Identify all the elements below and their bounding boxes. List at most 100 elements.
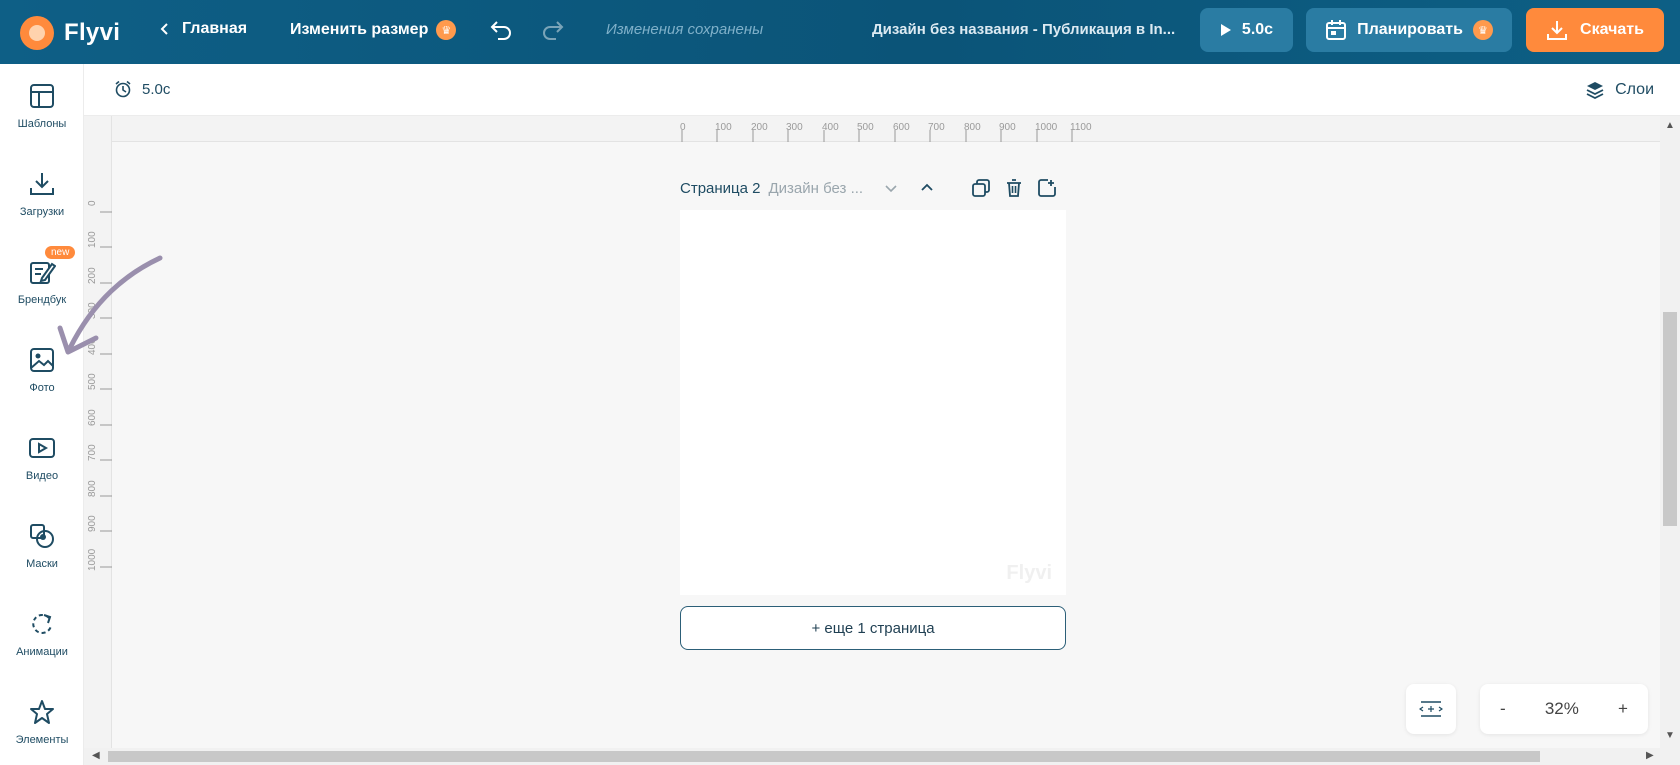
ruler-tick: 400 xyxy=(822,122,839,133)
star-icon xyxy=(30,700,54,724)
ruler-tick: 0 xyxy=(680,122,686,133)
chevron-down-icon[interactable] xyxy=(880,177,902,199)
logo-icon xyxy=(20,16,54,50)
download-label: Скачать xyxy=(1580,21,1644,38)
ruler-tick: 0 xyxy=(87,200,98,206)
sidebar-item-label: Маски xyxy=(26,558,58,570)
annotation-arrow-icon xyxy=(57,255,163,355)
saved-status: Изменения сохранены xyxy=(606,21,764,38)
plan-label: Планировать xyxy=(1357,21,1463,38)
layers-button[interactable]: Слои xyxy=(1585,80,1654,100)
scroll-left-icon[interactable]: ◀ xyxy=(92,750,100,761)
ruler-tick: 1100 xyxy=(1070,122,1092,133)
home-link[interactable]: Главная xyxy=(160,20,247,38)
ruler-tick: 200 xyxy=(751,122,768,133)
sidebar-item-label: Шаблоны xyxy=(17,118,67,130)
sidebar-item-label: Видео xyxy=(25,470,59,482)
vertical-scrollbar[interactable]: ▲ ▼ xyxy=(1660,116,1680,748)
design-canvas[interactable]: Flyvi xyxy=(680,210,1066,595)
ruler-tick: 500 xyxy=(857,122,874,133)
duration-control[interactable]: 5.0с xyxy=(114,80,170,98)
layers-label: Слои xyxy=(1615,81,1654,98)
ruler-tick: 900 xyxy=(87,515,98,532)
play-button[interactable]: 5.0с xyxy=(1200,8,1293,52)
zoom-out-button[interactable]: - xyxy=(1500,699,1506,719)
ruler-tick: 1000 xyxy=(87,548,98,571)
sidebar-item-video[interactable]: Видео xyxy=(0,434,84,504)
redo-icon[interactable] xyxy=(540,16,566,42)
trash-icon[interactable] xyxy=(1003,177,1025,199)
logo-text: Flyvi xyxy=(64,19,121,46)
ruler-tick: 600 xyxy=(893,122,910,133)
ruler-left: 0 100 200 300 400 500 600 700 800 900 10… xyxy=(84,116,112,748)
ruler-tick: 100 xyxy=(715,122,732,133)
play-duration: 5.0с xyxy=(1241,21,1274,38)
masks-icon xyxy=(30,524,54,548)
fit-screen-icon xyxy=(1419,701,1443,717)
sidebar-item-uploads[interactable]: Загрузки xyxy=(0,170,84,240)
ruler-tick: 800 xyxy=(964,122,981,133)
scroll-down-icon[interactable]: ▼ xyxy=(1665,730,1675,741)
page-name: Страница 2 xyxy=(680,179,761,197)
ruler-top-ticks xyxy=(681,130,1073,142)
download-button[interactable]: Скачать xyxy=(1526,8,1664,52)
plan-button[interactable]: Планировать ♛ xyxy=(1306,8,1512,52)
watermark: Flyvi xyxy=(1006,562,1052,584)
add-page-icon[interactable] xyxy=(1036,177,1058,199)
sidebar-item-animations[interactable]: Анимации xyxy=(0,610,84,680)
duration-value: 5.0с xyxy=(142,80,171,98)
ruler-tick: 700 xyxy=(87,444,98,461)
upload-icon xyxy=(30,173,54,195)
play-icon xyxy=(1220,24,1231,36)
layers-icon xyxy=(1586,82,1604,100)
chevron-up-icon[interactable] xyxy=(916,177,938,199)
page-header: Страница 2 Дизайн без ... xyxy=(680,175,1066,201)
ruler-top: 0 100 200 300 400 500 600 700 800 900 10… xyxy=(112,116,1660,142)
scroll-right-icon[interactable]: ▶ xyxy=(1646,750,1654,761)
sidebar-item-label: Фото xyxy=(29,382,55,394)
sidebar-item-masks[interactable]: Маски xyxy=(0,522,84,592)
logo[interactable]: Flyvi xyxy=(20,16,120,50)
document-title[interactable]: Дизайн без названия - Публикация в In... xyxy=(872,21,1175,38)
resize-button[interactable]: Изменить размер ♛ xyxy=(290,20,457,40)
undo-icon[interactable] xyxy=(488,16,514,42)
ruler-left-ticks xyxy=(100,211,112,568)
alarm-clock-icon xyxy=(115,80,131,98)
horizontal-scroll-thumb[interactable] xyxy=(108,751,1540,762)
templates-icon xyxy=(30,84,54,108)
ruler-tick: 1000 xyxy=(1035,122,1058,133)
ruler-tick: 800 xyxy=(87,480,98,497)
chevron-left-icon xyxy=(160,23,168,35)
sidebar-item-label: Элементы xyxy=(15,734,69,746)
horizontal-scrollbar[interactable]: ◀ ▶ xyxy=(84,748,1680,765)
calendar-icon xyxy=(1326,20,1347,40)
ruler-tick: 600 xyxy=(87,409,98,426)
zoom-value[interactable]: 32% xyxy=(1545,699,1579,719)
download-icon xyxy=(1547,21,1568,40)
home-label: Главная xyxy=(182,20,248,37)
sidebar-item-templates[interactable]: Шаблоны xyxy=(0,82,84,152)
sidebar-item-label: Анимации xyxy=(16,646,68,658)
ruler-tick: 900 xyxy=(999,122,1016,133)
crown-icon: ♛ xyxy=(436,20,457,40)
sub-toolbar: 5.0с Слои xyxy=(84,64,1680,116)
ruler-tick: 300 xyxy=(786,122,803,133)
add-page-button[interactable]: + еще 1 страница xyxy=(680,606,1066,650)
top-bar: Flyvi Главная Изменить размер ♛ Изменени… xyxy=(0,0,1680,64)
zoom-control: - 32% + xyxy=(1480,684,1648,734)
resize-label: Изменить размер xyxy=(290,21,429,38)
sidebar-item-elements[interactable]: Элементы xyxy=(0,698,84,765)
brandbook-icon xyxy=(30,262,56,284)
ruler-tick: 700 xyxy=(928,122,945,133)
fit-to-screen-button[interactable] xyxy=(1406,684,1456,734)
ruler-tick: 100 xyxy=(87,231,98,248)
sidebar-item-label: Загрузки xyxy=(19,206,65,218)
page-subtitle[interactable]: Дизайн без ... xyxy=(769,180,864,197)
crown-icon: ♛ xyxy=(1472,20,1493,40)
animation-icon xyxy=(32,613,52,634)
scroll-up-icon[interactable]: ▲ xyxy=(1665,120,1675,131)
vertical-scroll-thumb[interactable] xyxy=(1663,312,1677,526)
zoom-in-button[interactable]: + xyxy=(1618,699,1628,719)
duplicate-icon[interactable] xyxy=(970,177,992,199)
ruler-tick: 500 xyxy=(87,373,98,390)
